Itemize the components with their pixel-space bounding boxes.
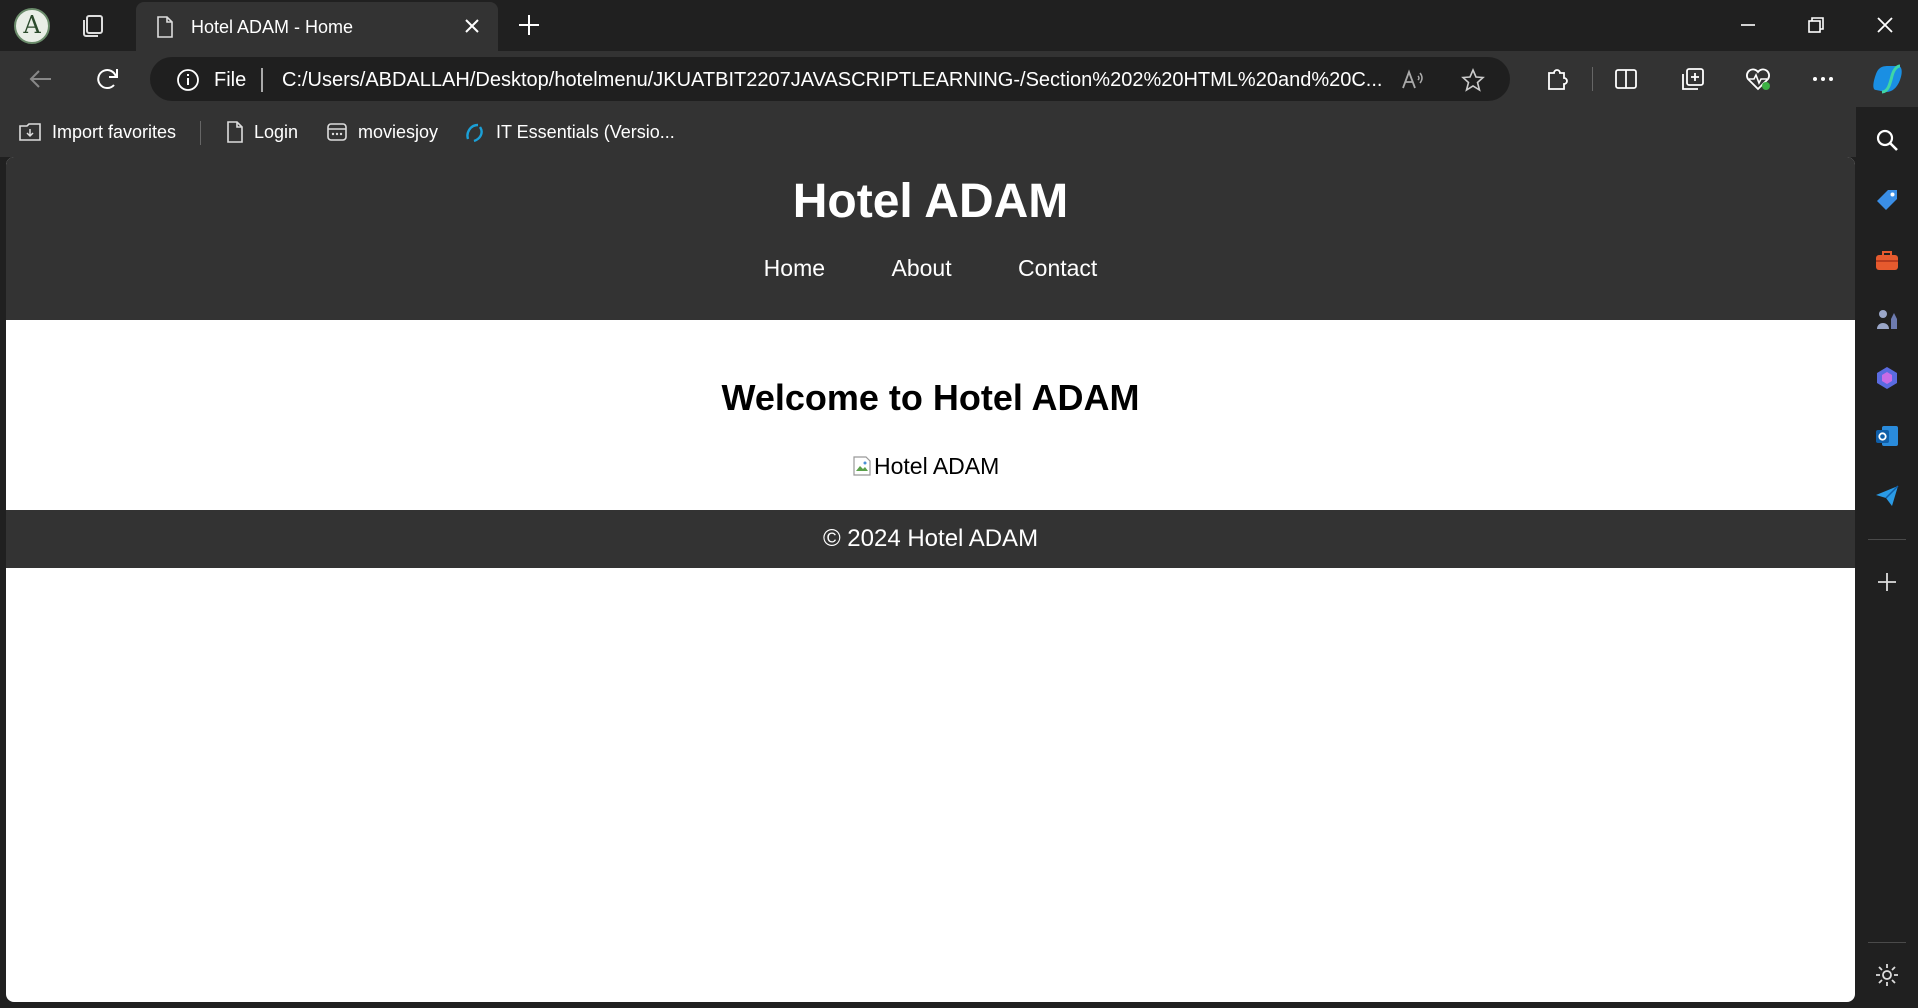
refresh-icon[interactable] bbox=[93, 64, 123, 94]
new-tab-icon[interactable] bbox=[516, 12, 542, 38]
workspaces-icon[interactable] bbox=[78, 12, 106, 40]
favorites-divider bbox=[200, 121, 201, 145]
site-footer: © 2024 Hotel ADAM bbox=[6, 510, 1855, 568]
search-icon[interactable] bbox=[1874, 127, 1900, 153]
favorites-bar: Import favorites Login moviesjoy IT Esse… bbox=[0, 107, 1860, 157]
toolbar-divider bbox=[1592, 67, 1593, 91]
favorite-label: Import favorites bbox=[52, 121, 177, 142]
edge-sidebar bbox=[1856, 107, 1918, 1008]
copilot-icon[interactable] bbox=[1870, 62, 1906, 96]
copilot-sidebar-icon[interactable] bbox=[1874, 365, 1900, 391]
add-icon[interactable] bbox=[1874, 569, 1900, 595]
profile-avatar[interactable]: A bbox=[14, 8, 50, 44]
favorite-moviesjoy[interactable]: moviesjoy bbox=[326, 119, 438, 145]
games-icon[interactable] bbox=[1874, 305, 1900, 331]
page-icon bbox=[327, 123, 347, 141]
minimize-icon[interactable] bbox=[1735, 12, 1761, 38]
close-window-icon[interactable] bbox=[1872, 12, 1898, 38]
more-icon[interactable] bbox=[1808, 64, 1838, 94]
outlook-icon[interactable] bbox=[1874, 423, 1900, 449]
read-aloud-icon[interactable] bbox=[1400, 67, 1426, 93]
page-icon bbox=[157, 16, 173, 38]
title-bar: A Hotel ADAM - Home bbox=[0, 0, 1918, 51]
cisco-icon bbox=[466, 123, 483, 143]
drop-send-icon[interactable] bbox=[1874, 483, 1900, 509]
favorite-import[interactable]: Import favorites bbox=[18, 119, 176, 145]
site-header: Hotel ADAM Home About Contact bbox=[6, 157, 1855, 320]
browser-toolbar: File C:/Users/ABDALLAH/Desktop/hotelmenu… bbox=[0, 51, 1918, 107]
tab-title: Hotel ADAM - Home bbox=[191, 17, 354, 37]
tab-active[interactable]: Hotel ADAM - Home bbox=[136, 2, 498, 51]
page-viewport: Hotel ADAM Home About Contact Welcome to… bbox=[6, 157, 1855, 1002]
sidebar-divider bbox=[1868, 942, 1906, 943]
tools-icon[interactable] bbox=[1874, 247, 1900, 273]
shopping-tag-icon[interactable] bbox=[1874, 187, 1900, 213]
info-icon[interactable] bbox=[176, 68, 200, 92]
image-alt-text: Hotel ADAM bbox=[874, 452, 1000, 479]
hotel-image: Hotel ADAM bbox=[852, 451, 999, 481]
favorite-label: moviesjoy bbox=[358, 121, 439, 142]
address-scheme: File bbox=[214, 69, 247, 91]
address-divider bbox=[261, 68, 263, 92]
extensions-icon[interactable] bbox=[1541, 64, 1571, 94]
split-screen-icon[interactable] bbox=[1611, 64, 1641, 94]
favorite-label: IT Essentials (Versio... bbox=[496, 121, 675, 142]
footer-text: © 2024 Hotel ADAM bbox=[822, 525, 1039, 552]
address-url[interactable]: C:/Users/ABDALLAH/Desktop/hotelmenu/JKUA… bbox=[282, 69, 1532, 92]
collections-icon[interactable] bbox=[1678, 64, 1708, 94]
page-icon bbox=[227, 121, 243, 143]
site-title: Hotel ADAM bbox=[792, 175, 1069, 228]
import-favorites-icon bbox=[19, 123, 41, 141]
nav-link-contact[interactable]: Contact bbox=[1018, 255, 1097, 282]
browser-essentials-icon[interactable] bbox=[1743, 64, 1773, 94]
nav-link-about[interactable]: About bbox=[891, 255, 951, 282]
favorite-star-icon[interactable] bbox=[1460, 67, 1486, 93]
favorite-login[interactable]: Login bbox=[226, 119, 298, 145]
close-icon[interactable] bbox=[461, 15, 483, 37]
address-bar[interactable]: File C:/Users/ABDALLAH/Desktop/hotelmenu… bbox=[150, 57, 1510, 101]
settings-gear-icon[interactable] bbox=[1874, 962, 1900, 988]
sidebar-divider bbox=[1868, 539, 1906, 540]
restore-icon[interactable] bbox=[1803, 12, 1829, 38]
favorite-label: Login bbox=[254, 121, 299, 142]
welcome-heading: Welcome to Hotel ADAM bbox=[721, 377, 1140, 418]
favorite-it-essentials[interactable]: IT Essentials (Versio... bbox=[464, 119, 675, 145]
broken-image-icon bbox=[853, 456, 871, 476]
nav-link-home[interactable]: Home bbox=[764, 255, 825, 282]
site-nav: Home About Contact bbox=[6, 255, 1855, 282]
back-icon[interactable] bbox=[26, 64, 56, 94]
